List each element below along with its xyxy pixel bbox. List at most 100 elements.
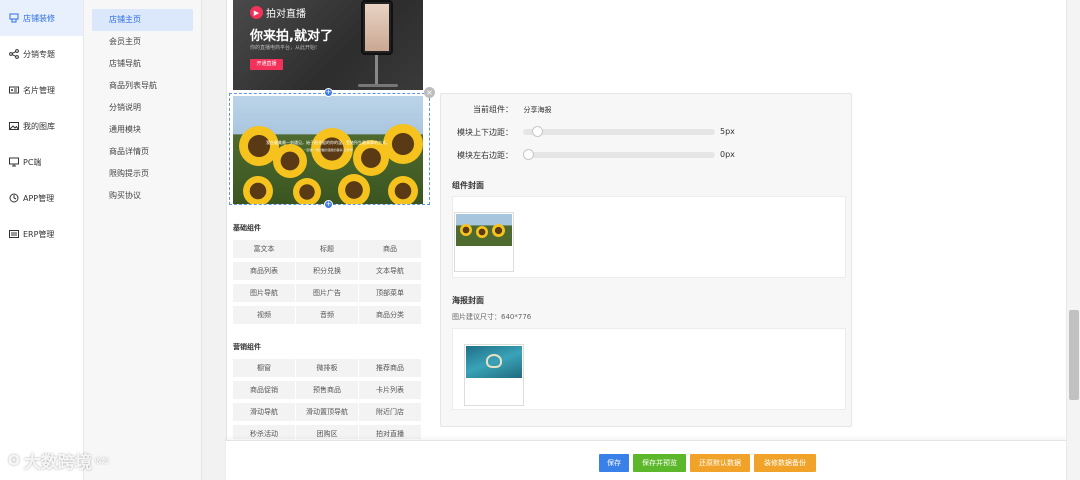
backup-button[interactable]: 装修数据备份: [754, 454, 816, 472]
banner-cta-button[interactable]: 开通直播: [250, 59, 283, 70]
banner-logo: ▶ 拍对直播: [250, 5, 306, 20]
current-component-label: 当前组件：: [473, 105, 513, 114]
watermark-text: 大数跨境: [23, 453, 92, 473]
component-tile[interactable]: 橱窗: [233, 359, 295, 377]
component-tile[interactable]: 商品促销: [233, 381, 295, 399]
restore-default-button[interactable]: 还原默认数据: [690, 454, 750, 472]
margin-vertical-slider[interactable]: [523, 126, 715, 137]
monitor-icon: [8, 157, 19, 168]
phone-stand: [375, 55, 378, 85]
current-component-value: 分享海报: [523, 106, 552, 114]
component-tile[interactable]: 滑动置顶导航: [296, 403, 358, 421]
primary-nav-label: ERP管理: [23, 229, 55, 239]
component-tile[interactable]: 卡片列表: [359, 381, 421, 399]
marketing-components-grid: 橱窗 微排板 推荐商品商品促销 预售商品 卡片列表滑动导航 滑动置顶导航 附近门店秒杀活动团…: [233, 359, 421, 439]
primary-nav-label: 店铺装修: [23, 13, 55, 23]
primary-nav-item[interactable]: APP管理: [0, 180, 83, 216]
secondary-nav-item[interactable]: 会员主页: [92, 31, 193, 53]
margin-vertical-knob[interactable]: [532, 126, 544, 137]
component-tile[interactable]: 积分兑换: [296, 262, 358, 280]
close-icon[interactable]: ×: [424, 87, 435, 98]
banner-logo-text: 拍对直播: [266, 9, 306, 20]
component-tile[interactable]: 商品: [359, 240, 421, 258]
secondary-nav-item[interactable]: 商品列表导航: [92, 75, 193, 97]
banner-subline: 你的直播电商平台，从此开始!: [250, 45, 318, 51]
component-tile[interactable]: 微排板: [296, 359, 358, 377]
secondary-nav-item[interactable]: 店铺导航: [92, 53, 193, 75]
phone-illustration: [361, 0, 393, 55]
brush-icon: [8, 13, 19, 24]
component-tile[interactable]: 商品分类: [359, 306, 421, 324]
save-button[interactable]: 保存: [599, 454, 629, 472]
cover-thumbnail[interactable]: [454, 212, 514, 272]
poster-caption-sub: 一起做一场想做的温暖的事情·记录你: [303, 148, 353, 152]
component-tile[interactable]: 附近门店: [359, 403, 421, 421]
poster-thumbnail[interactable]: [464, 344, 524, 406]
poster-caption: 我在最美最一刻遇见，始于阳光般的你的温，受她所生最真挚的方式。: [266, 140, 390, 145]
secondary-nav-item[interactable]: 店铺主页: [92, 9, 193, 31]
phone-stand-base: [358, 84, 398, 87]
component-tile[interactable]: 预售商品: [296, 381, 358, 399]
primary-nav-label: PC端: [23, 157, 42, 167]
watermark: ʘ 大数跨境 收起: [8, 448, 109, 474]
margin-vertical-row: 模块上下边距：: [441, 127, 513, 138]
primary-nav-label: 我的图库: [23, 121, 55, 131]
add-below-handle-icon[interactable]: +: [324, 200, 333, 209]
banner-headline: 你来拍,就对了: [250, 29, 333, 44]
component-tile[interactable]: 团购区: [296, 425, 358, 439]
cover-title: 组件封面: [452, 181, 484, 190]
component-tile[interactable]: 文本导航: [359, 262, 421, 280]
poster-cover-title: 海报封面: [452, 296, 484, 305]
margin-horizontal-row: 模块左右边距：: [441, 150, 513, 161]
margin-horizontal-value: 0px: [720, 150, 735, 159]
properties-panel: 当前组件： 分享海报 模块上下边距： 5px 模块左右边距： 0px 组件封面 …: [440, 93, 852, 427]
primary-nav-item[interactable]: 店铺装修: [0, 0, 83, 36]
erp-icon: [8, 229, 19, 240]
component-tile[interactable]: 秒杀活动: [233, 425, 295, 439]
component-tile[interactable]: 富文本: [233, 240, 295, 258]
component-tile[interactable]: 顶部菜单: [359, 284, 421, 302]
margin-horizontal-knob[interactable]: [523, 149, 534, 160]
app-icon: [8, 193, 19, 204]
secondary-nav-item[interactable]: 分销说明: [92, 97, 193, 119]
secondary-sidebar: 店铺主页 会员主页 店铺导航 商品列表导航 分销说明 通用模块 商品详情页 限购提示页 购买协议: [84, 0, 202, 480]
component-tile[interactable]: 图片导航: [233, 284, 295, 302]
secondary-nav-item[interactable]: 商品详情页: [92, 141, 193, 163]
secondary-nav-item[interactable]: 购买协议: [92, 185, 193, 207]
save-preview-button[interactable]: 保存并预览: [633, 454, 686, 472]
share-poster-component[interactable]: 我在最美最一刻遇见，始于阳光般的你的温，受她所生最真挚的方式。 一起做一场想做的…: [233, 96, 423, 204]
component-tile[interactable]: 滑动导航: [233, 403, 295, 421]
secondary-nav-item[interactable]: 通用模块: [92, 119, 193, 141]
cover-upload-box: [452, 196, 846, 278]
primary-nav-item[interactable]: 我的图库: [0, 108, 83, 144]
add-above-handle-icon[interactable]: +: [324, 88, 333, 97]
primary-nav-item[interactable]: PC端: [0, 144, 83, 180]
primary-nav-item[interactable]: 名片管理: [0, 72, 83, 108]
poster-size-hint: 图片建议尺寸：640*776: [452, 313, 532, 321]
basic-components-title: 基础组件: [233, 224, 261, 232]
live-banner[interactable]: ▶ 拍对直播 你来拍,就对了 你的直播电商平台，从此开始! 开通直播: [233, 0, 423, 90]
collapse-link[interactable]: 收起: [95, 456, 109, 466]
primary-nav-item[interactable]: ERP管理: [0, 216, 83, 252]
component-tile[interactable]: 标题: [296, 240, 358, 258]
vertical-scrollbar[interactable]: [1066, 0, 1080, 480]
component-tile[interactable]: 推荐商品: [359, 359, 421, 377]
primary-nav-item[interactable]: 分销专题: [0, 36, 83, 72]
scrollbar-thumb[interactable]: [1069, 310, 1079, 400]
card-icon: [8, 85, 19, 96]
marketing-components-title: 营销组件: [233, 343, 261, 351]
component-tile[interactable]: 视频: [233, 306, 295, 324]
component-tile[interactable]: 图片广告: [296, 284, 358, 302]
component-tile[interactable]: 拍对直播: [359, 425, 421, 439]
margin-horizontal-slider[interactable]: [523, 149, 715, 160]
secondary-nav-item[interactable]: 限购提示页: [92, 163, 193, 185]
primary-nav-label: 分销专题: [23, 49, 55, 59]
share-icon: [8, 49, 19, 60]
basic-components-grid: 富文本 标题 商品商品列表 积分兑换 文本导航图片导航 图片广告 顶部菜单视频 音频 商品分类: [233, 240, 421, 324]
primary-nav-label: 名片管理: [23, 85, 55, 95]
image-icon: [8, 121, 19, 132]
watermark-logo-icon: ʘ: [8, 452, 20, 469]
component-tile[interactable]: 商品列表: [233, 262, 295, 280]
primary-nav-label: APP管理: [23, 193, 55, 203]
component-tile[interactable]: 音频: [296, 306, 358, 324]
